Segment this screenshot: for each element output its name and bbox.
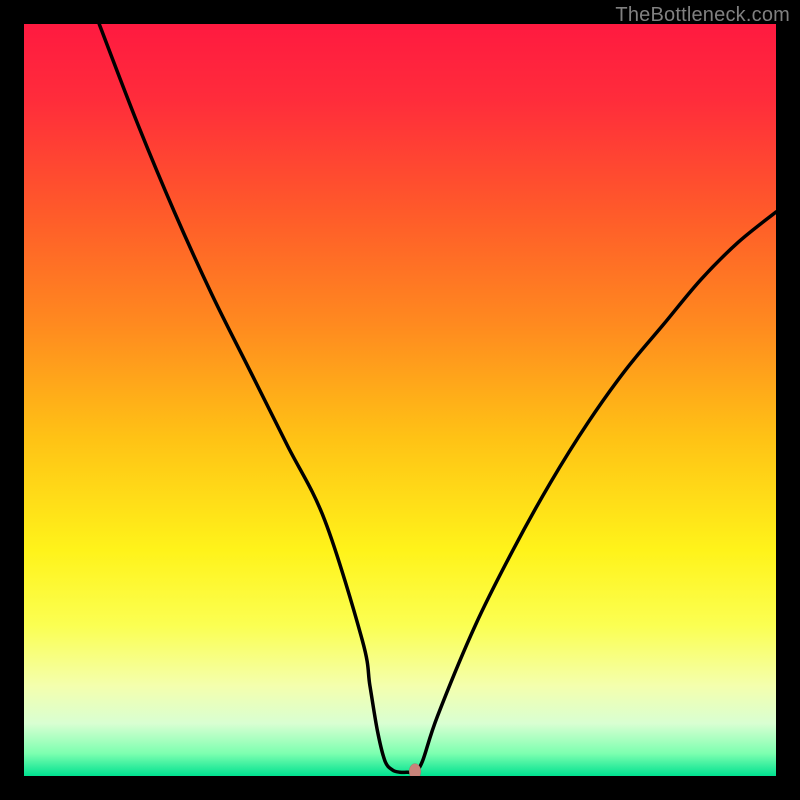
chart-frame [24, 24, 776, 776]
watermark-text: TheBottleneck.com [615, 4, 790, 27]
chart-curve [24, 24, 776, 776]
bottleneck-curve-path [99, 24, 776, 773]
